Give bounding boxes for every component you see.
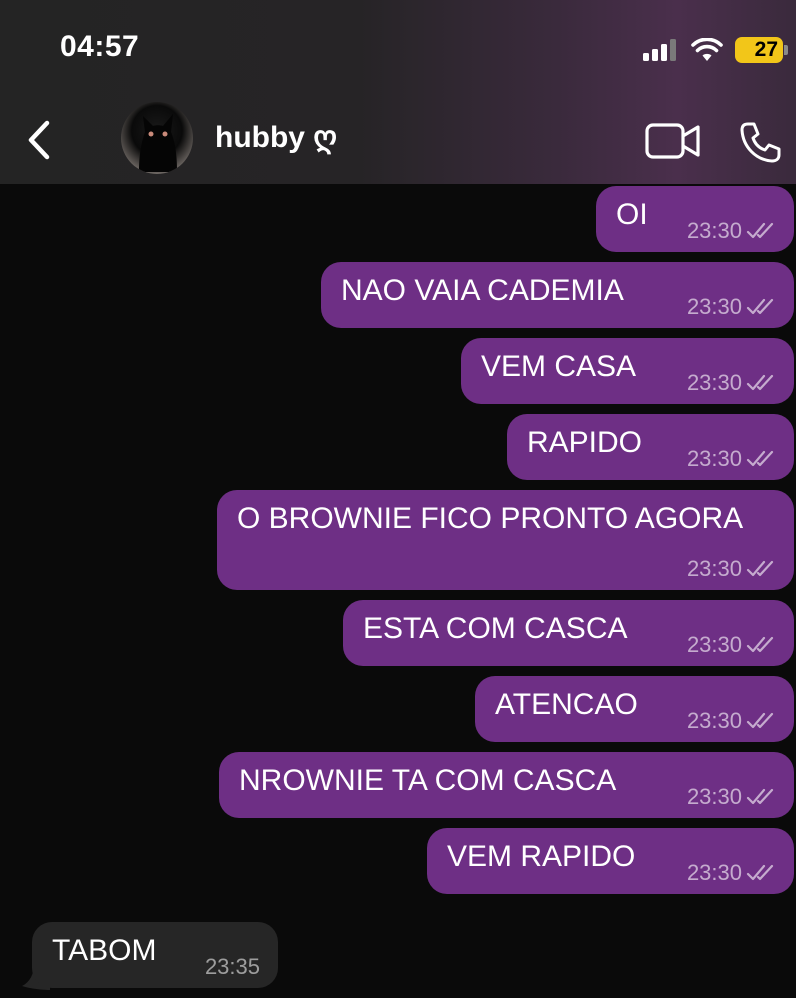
signal-icon (643, 39, 676, 61)
double-check-icon (746, 864, 774, 881)
double-check-icon (746, 560, 774, 577)
message-text: O BROWNIE FICO PRONTO AGORA (237, 502, 744, 535)
double-check-icon (746, 298, 774, 315)
message-bubble[interactable]: OI 23:30 (596, 186, 794, 252)
double-check-icon (746, 374, 774, 391)
message-time: 23:30 (686, 370, 742, 395)
battery-icon: 27 (735, 37, 788, 63)
double-check-icon (746, 636, 774, 653)
message-bubble[interactable]: VEM RAPIDO 23:30 (427, 828, 794, 894)
message-bubble[interactable]: NAO VAIA CADEMIA 23:30 (321, 262, 794, 328)
message-time: 23:30 (686, 632, 742, 657)
message-bubble[interactable]: VEM CASA 23:30 (461, 338, 794, 404)
message-time: 23:30 (686, 294, 742, 319)
message-bubble[interactable]: ESTA COM CASCA 23:30 (343, 600, 794, 666)
status-icons: 27 (643, 36, 788, 64)
video-call-icon (645, 123, 700, 159)
double-check-icon (746, 712, 774, 729)
back-icon (28, 120, 50, 160)
double-check-icon (746, 450, 774, 467)
phone-icon (740, 122, 781, 163)
message-text: ATENCAO (495, 688, 638, 721)
back-button[interactable] (22, 118, 56, 162)
contact-name[interactable]: hubby ღ (215, 120, 337, 155)
message-text: VEM CASA (481, 350, 637, 383)
voice-call-button[interactable] (738, 120, 782, 164)
message-bubble[interactable]: ATENCAO 23:30 (475, 676, 794, 742)
message-time: 23:35 (204, 954, 260, 979)
wifi-icon (691, 38, 723, 61)
message-bubble[interactable]: RAPIDO 23:30 (507, 414, 794, 480)
message-text: OI (616, 198, 648, 231)
received-message-bubble[interactable]: TABOM 23:35 (32, 922, 278, 988)
battery-level: 27 (735, 37, 783, 63)
chat-header: 04:57 27 hubby ღ (0, 0, 796, 184)
message-text: ESTA COM CASCA (363, 612, 628, 645)
video-call-button[interactable] (645, 122, 701, 160)
message-time: 23:30 (686, 784, 742, 809)
double-check-icon (746, 222, 774, 239)
message-text: NROWNIE TA COM CASCA (239, 764, 617, 797)
message-time: 23:30 (686, 708, 742, 733)
message-text: NAO VAIA CADEMIA (341, 274, 624, 307)
message-text: RAPIDO (527, 426, 643, 459)
message-text: VEM RAPIDO (447, 840, 636, 873)
contact-avatar[interactable] (121, 102, 193, 174)
message-bubble[interactable]: NROWNIE TA COM CASCA 23:30 (219, 752, 794, 818)
status-time: 04:57 (60, 30, 140, 63)
double-check-icon (746, 788, 774, 805)
message-bubble[interactable]: O BROWNIE FICO PRONTO AGORA 23:30 (217, 490, 794, 590)
message-text: TABOM (52, 934, 157, 967)
message-time: 23:30 (686, 556, 742, 581)
message-time: 23:30 (686, 860, 742, 885)
message-time: 23:30 (686, 446, 742, 471)
message-time: 23:30 (686, 218, 742, 243)
